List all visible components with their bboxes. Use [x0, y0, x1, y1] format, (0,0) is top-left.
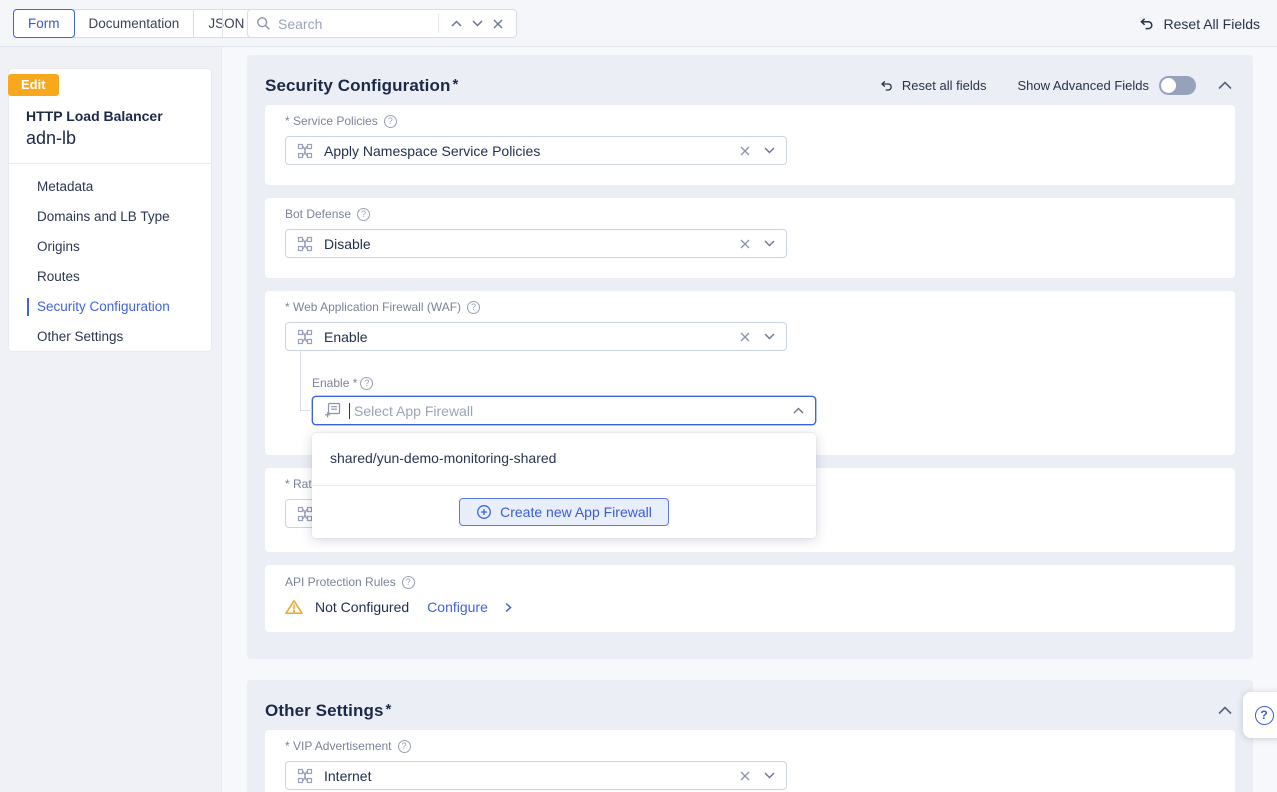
- reset-all-fields-button[interactable]: Reset All Fields: [1138, 0, 1260, 47]
- clear-icon[interactable]: [740, 332, 750, 342]
- app-firewall-placeholder: Select App Firewall: [354, 403, 779, 419]
- required-star: *: [452, 76, 458, 96]
- edit-badge: Edit: [8, 74, 59, 96]
- help-button[interactable]: [1243, 692, 1277, 738]
- nav-item-security-configuration[interactable]: Security Configuration: [9, 292, 211, 322]
- question-circle-icon: [1255, 706, 1274, 725]
- api-protection-status: Not Configured: [315, 599, 409, 615]
- reset-all-fields-label: Reset All Fields: [1164, 16, 1260, 32]
- waf-select[interactable]: Enable: [285, 322, 787, 351]
- vip-advertisement-card: * VIP Advertisement Internet: [265, 730, 1235, 792]
- configure-link[interactable]: Configure: [427, 599, 488, 615]
- sidebar: Edit HTTP Load Balancer adn-lb Metadata …: [0, 47, 222, 792]
- other-settings-title: Other Settings*: [265, 701, 391, 721]
- security-section-header: Security Configuration* Reset all fields…: [247, 55, 1253, 105]
- question-circle-icon[interactable]: [357, 208, 370, 221]
- chevron-down-icon[interactable]: [764, 147, 775, 154]
- node-graph-icon: [297, 143, 313, 159]
- create-button-label: Create new App Firewall: [500, 504, 652, 520]
- search-divider: [438, 14, 439, 33]
- waf-value: Enable: [324, 329, 726, 345]
- object-type-label: HTTP Load Balancer: [26, 108, 195, 124]
- object-name: adn-lb: [26, 128, 195, 149]
- service-policies-label: * Service Policies: [285, 114, 1215, 128]
- nav-item-metadata[interactable]: Metadata: [9, 172, 211, 202]
- create-new-app-firewall-button[interactable]: Create new App Firewall: [459, 498, 669, 526]
- question-circle-icon[interactable]: [398, 740, 411, 753]
- search-input[interactable]: [278, 16, 431, 32]
- search-icon: [256, 16, 271, 31]
- topbar: Form Documentation JSON Reset All Fields: [0, 0, 1277, 47]
- question-circle-icon[interactable]: [384, 115, 397, 128]
- chevron-down-icon[interactable]: [764, 333, 775, 340]
- bot-defense-card: Bot Defense Disable: [265, 198, 1235, 278]
- collapse-section-icon[interactable]: [1218, 706, 1232, 715]
- dropdown-option[interactable]: shared/yun-demo-monitoring-shared: [312, 433, 816, 485]
- section-reset-label: Reset all fields: [902, 78, 987, 93]
- waf-card: * Web Application Firewall (WAF) Enable: [265, 291, 1235, 455]
- clear-icon[interactable]: [740, 771, 750, 781]
- node-graph-icon: [297, 329, 313, 345]
- section-nav: Metadata Domains and LB Type Origins Rou…: [9, 164, 211, 358]
- vip-advertisement-label: * VIP Advertisement: [285, 739, 1215, 753]
- service-policies-card: * Service Policies Apply Namespace Servi…: [265, 105, 1235, 185]
- topbar-divider: [222, 8, 223, 39]
- tab-documentation[interactable]: Documentation: [74, 9, 195, 38]
- app-firewall-dropdown: shared/yun-demo-monitoring-shared Create…: [312, 433, 816, 538]
- search-box[interactable]: [247, 9, 517, 38]
- text-caret: [349, 403, 350, 419]
- search-close-button[interactable]: [488, 15, 508, 33]
- bot-defense-value: Disable: [324, 236, 726, 252]
- show-advanced-fields-toggle[interactable]: [1159, 76, 1196, 95]
- lb-summary-card: Edit HTTP Load Balancer adn-lb Metadata …: [8, 68, 212, 352]
- service-policies-value: Apply Namespace Service Policies: [324, 143, 726, 159]
- clear-icon[interactable]: [740, 239, 750, 249]
- app-firewall-combobox[interactable]: Select App Firewall: [312, 396, 816, 425]
- chevron-right-icon: [505, 602, 512, 613]
- nav-item-origins[interactable]: Origins: [9, 232, 211, 262]
- waf-label: * Web Application Firewall (WAF): [285, 300, 1215, 314]
- vip-advertisement-select[interactable]: Internet: [285, 761, 787, 790]
- search-next-button[interactable]: [467, 16, 488, 31]
- other-settings-header: Other Settings*: [247, 680, 1253, 730]
- chevron-down-icon[interactable]: [764, 772, 775, 779]
- other-settings-section: Other Settings* * VIP Advertisement: [247, 680, 1253, 792]
- nav-item-other-settings[interactable]: Other Settings: [9, 322, 211, 352]
- node-graph-icon: [297, 506, 313, 522]
- nesting-connector: [300, 351, 301, 411]
- nesting-connector: [300, 410, 312, 411]
- section-reset-fields-button[interactable]: Reset all fields: [879, 78, 987, 93]
- chevron-up-icon[interactable]: [793, 407, 804, 414]
- nav-item-routes[interactable]: Routes: [9, 262, 211, 292]
- security-section-title: Security Configuration*: [265, 76, 458, 96]
- service-policies-select[interactable]: Apply Namespace Service Policies: [285, 136, 787, 165]
- toggle-knob: [1161, 78, 1176, 93]
- list-add-icon: [324, 402, 341, 419]
- vip-advertisement-value: Internet: [324, 768, 726, 784]
- required-star: *: [386, 701, 392, 721]
- warning-icon: [285, 599, 303, 615]
- collapse-section-icon[interactable]: [1218, 81, 1232, 90]
- show-advanced-fields-label: Show Advanced Fields: [1017, 78, 1149, 93]
- undo-icon: [879, 78, 894, 93]
- node-graph-icon: [297, 236, 313, 252]
- question-circle-icon[interactable]: [467, 301, 480, 314]
- bot-defense-select[interactable]: Disable: [285, 229, 787, 258]
- api-protection-card: API Protection Rules Not Configured Conf…: [265, 565, 1235, 632]
- question-circle-icon[interactable]: [360, 377, 373, 390]
- app-firewall-label: Enable *: [312, 376, 1215, 390]
- plus-circle-icon: [476, 504, 492, 520]
- nav-item-domains-lb-type[interactable]: Domains and LB Type: [9, 202, 211, 232]
- main-content: Security Configuration* Reset all fields…: [223, 47, 1277, 792]
- tab-form[interactable]: Form: [13, 9, 75, 38]
- search-prev-button[interactable]: [446, 16, 467, 31]
- clear-icon[interactable]: [740, 146, 750, 156]
- undo-icon: [1138, 15, 1155, 32]
- chevron-down-icon[interactable]: [764, 240, 775, 247]
- question-circle-icon[interactable]: [402, 576, 415, 589]
- security-configuration-section: Security Configuration* Reset all fields…: [247, 55, 1253, 659]
- bot-defense-label: Bot Defense: [285, 207, 1215, 221]
- api-protection-label: API Protection Rules: [285, 575, 1215, 589]
- node-graph-icon: [297, 768, 313, 784]
